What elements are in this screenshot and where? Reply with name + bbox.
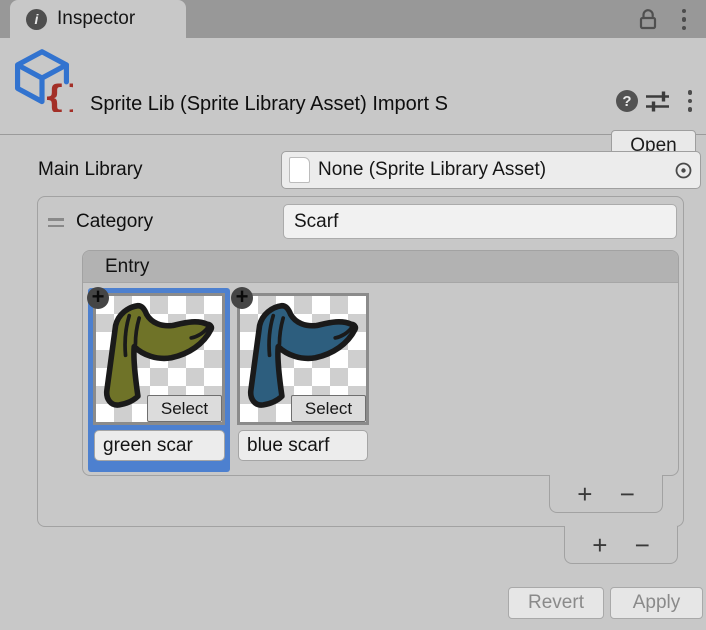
info-icon: i (26, 9, 47, 30)
entry-list-footer: + − (549, 475, 663, 513)
sprite-name-input[interactable]: blue scarf (238, 430, 368, 461)
help-icon[interactable]: ? (616, 90, 638, 112)
revert-button[interactable]: Revert (508, 587, 604, 619)
tab-label: Inspector (57, 8, 135, 30)
select-sprite-button[interactable]: Select (291, 395, 366, 422)
object-picker-icon[interactable] (666, 152, 700, 188)
presets-icon[interactable] (645, 91, 672, 112)
apply-button[interactable]: Apply (610, 587, 703, 619)
main-library-label: Main Library (38, 151, 143, 189)
sprite-library-asset-icon: {} (11, 46, 73, 112)
entry-header-label: Entry (105, 256, 149, 278)
unlock-icon[interactable] (637, 8, 660, 31)
header-kebab-icon[interactable] (681, 90, 699, 112)
drag-handle-icon[interactable] (48, 218, 64, 231)
category-remove-button[interactable]: − (635, 530, 650, 560)
tab-inspector[interactable]: i Inspector (10, 0, 186, 38)
category-add-button[interactable]: + (592, 530, 607, 560)
entry-remove-button[interactable]: − (620, 479, 635, 509)
category-name-input[interactable]: Scarf (283, 204, 677, 239)
sprite-thumbnail[interactable]: + Select (93, 293, 225, 425)
tab-bar: i Inspector (0, 0, 706, 38)
asset-doc-icon (289, 157, 310, 183)
entry-header: Entry (83, 251, 678, 283)
add-sprite-badge-icon[interactable]: + (231, 287, 253, 309)
tab-menu-kebab-icon[interactable] (675, 8, 693, 31)
asset-title: Sprite Lib (Sprite Library Asset) Import… (90, 91, 610, 117)
sprite-name-input[interactable]: green scar (94, 430, 225, 461)
svg-text:{}: {} (43, 78, 73, 112)
category-label: Category (76, 203, 153, 241)
category-list-footer: + − (564, 526, 678, 564)
entry-item-selected[interactable]: + Select green scar (88, 288, 230, 472)
inspector-header: {} Sprite Lib (Sprite Library Asset) Imp… (0, 38, 706, 135)
entry-item[interactable]: + Select blue scarf (232, 288, 374, 472)
select-sprite-button[interactable]: Select (147, 395, 222, 422)
add-sprite-badge-icon[interactable]: + (87, 287, 109, 309)
main-library-value: None (Sprite Library Asset) (318, 159, 666, 181)
entry-add-button[interactable]: + (577, 479, 592, 509)
main-library-object-field[interactable]: None (Sprite Library Asset) (281, 151, 701, 189)
sprite-thumbnail[interactable]: + Select (237, 293, 369, 425)
